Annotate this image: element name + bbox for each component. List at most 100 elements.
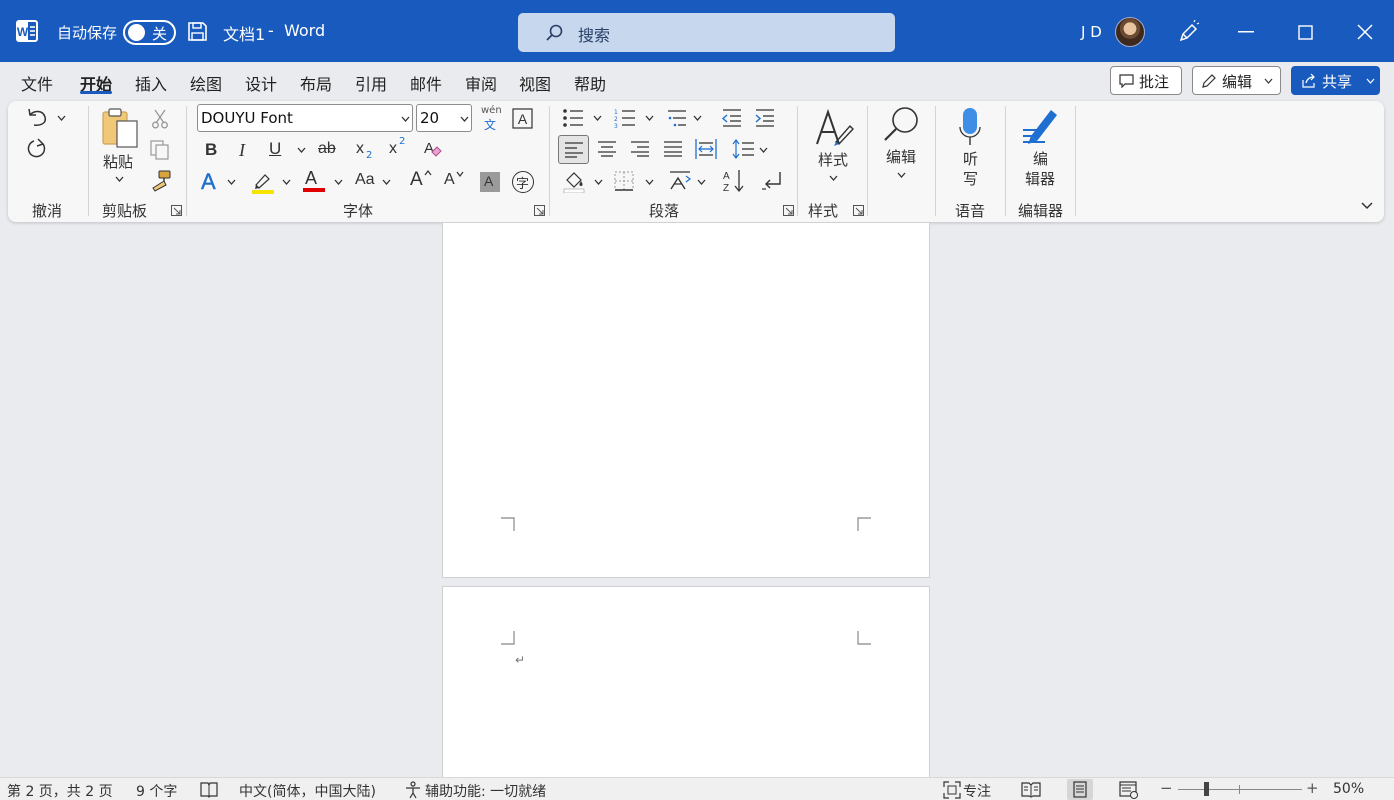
dictate-label-line1[interactable]: 听 [963,148,978,169]
read-mode-icon[interactable] [1021,781,1041,798]
align-center-icon[interactable] [597,141,617,157]
bold-button[interactable]: B [205,140,217,160]
document-page-1[interactable] [442,223,930,578]
tab-insert[interactable]: 插入 [135,71,167,95]
cut-icon[interactable] [152,109,168,129]
print-layout-icon[interactable] [1067,779,1093,800]
autosave-toggle[interactable]: 关 [123,20,176,45]
underline-dropdown-icon[interactable] [297,147,306,153]
share-button[interactable]: 共享 [1291,66,1380,95]
paste-dropdown-icon[interactable] [115,176,124,182]
undo-icon[interactable] [26,107,48,127]
comments-button[interactable]: 批注 [1110,66,1182,95]
zoom-level[interactable]: 50% [1333,781,1364,797]
styles-dropdown-icon[interactable] [829,175,838,181]
microphone-icon[interactable] [958,107,982,147]
document-page-2[interactable]: ↵ [442,586,930,777]
phonetic-guide-button[interactable]: wén 文 [479,105,503,132]
avatar[interactable] [1115,17,1145,47]
shrink-font-button[interactable]: A [444,170,468,194]
borders-icon[interactable] [614,171,634,191]
focus-icon[interactable] [943,781,961,799]
redo-icon[interactable] [26,138,48,160]
zoom-in-button[interactable]: + [1306,779,1319,797]
proofing-icon[interactable] [200,781,218,798]
accessibility-icon[interactable] [404,781,422,799]
zoom-slider-thumb[interactable] [1204,782,1209,796]
justify-icon[interactable] [663,141,683,157]
bullets-icon[interactable] [562,108,584,128]
editing-label[interactable]: 编辑 [886,146,916,167]
editor-label-line2[interactable]: 辑器 [1025,168,1055,189]
italic-button[interactable]: I [239,140,245,161]
zoom-slider[interactable] [1178,782,1302,796]
asian-layout-icon[interactable] [668,170,692,192]
sort-icon[interactable]: AZ [723,168,747,194]
undo-dropdown-icon[interactable] [57,115,66,121]
tab-help[interactable]: 帮助 [574,71,606,95]
strikethrough-button[interactable]: ab [318,140,336,158]
maximize-icon[interactable] [1298,25,1313,40]
line-spacing-dropdown-icon[interactable] [759,147,768,153]
tab-design[interactable]: 设计 [245,71,277,95]
font-name-combo[interactable]: DOUYU Font [197,104,413,132]
save-icon[interactable] [187,21,208,42]
clipboard-dialog-launcher-icon[interactable] [171,205,182,216]
tab-layout[interactable]: 布局 [300,71,332,95]
focus-label[interactable]: 专注 [963,781,991,800]
superscript-button[interactable]: x 2 [389,136,409,164]
paste-label[interactable]: 粘贴 [103,151,133,172]
tab-draw[interactable]: 绘图 [190,71,222,95]
zoom-out-button[interactable]: − [1160,779,1173,797]
numbering-dropdown-icon[interactable] [645,115,654,121]
close-icon[interactable] [1357,24,1373,40]
font-size-combo[interactable]: 20 [416,104,472,132]
shading-icon[interactable] [563,169,587,193]
paragraph-mark[interactable]: ↵ [515,653,525,667]
page-info[interactable]: 第 2 页，共 2 页 [7,781,113,800]
subscript-button[interactable]: x 2 [356,140,376,164]
underline-button[interactable]: U [269,139,281,159]
editing-mode-button[interactable]: 编辑 [1192,66,1281,95]
multilevel-list-dropdown-icon[interactable] [693,115,702,121]
format-painter-icon[interactable] [150,170,172,192]
distributed-icon[interactable] [695,138,717,160]
grow-font-button[interactable]: A [410,168,434,192]
align-left-button[interactable] [558,135,589,164]
web-layout-icon[interactable] [1119,781,1139,799]
accessibility-status[interactable]: 辅助功能: 一切就绪 [425,781,546,800]
numbering-icon[interactable]: 123 [614,108,636,128]
change-case-dropdown-icon[interactable] [382,179,391,185]
language[interactable]: 中文(简体，中国大陆) [239,781,376,800]
character-border-icon[interactable]: A [512,108,533,129]
search-box[interactable]: 搜索 [518,13,895,52]
borders-dropdown-icon[interactable] [645,179,654,185]
dictate-label-line2[interactable]: 写 [963,168,978,189]
styles-label[interactable]: 样式 [818,149,848,170]
tab-mailings[interactable]: 邮件 [410,71,442,95]
line-spacing-icon[interactable] [731,139,755,159]
editor-label-line1[interactable]: 编 [1033,148,1048,169]
enclose-characters-button[interactable]: 字 [512,171,534,193]
decrease-indent-icon[interactable] [721,108,743,128]
multilevel-list-icon[interactable] [666,108,688,128]
highlight-dropdown-icon[interactable] [282,179,291,185]
character-shading-button[interactable]: A [480,172,500,192]
asian-layout-dropdown-icon[interactable] [697,179,706,185]
word-logo-icon[interactable]: W [16,20,38,42]
tab-references[interactable]: 引用 [355,71,387,95]
text-effects-dropdown-icon[interactable] [227,179,236,185]
copy-icon[interactable] [150,140,170,160]
align-right-icon[interactable] [630,141,650,157]
increase-indent-icon[interactable] [754,108,776,128]
highlight-icon[interactable] [251,170,275,194]
change-case-button[interactable]: Aa [355,171,375,189]
editor-pen-icon[interactable] [1021,106,1061,148]
bullets-dropdown-icon[interactable] [593,115,602,121]
tab-file[interactable]: 文件 [21,71,53,95]
tab-view[interactable]: 视图 [519,71,551,95]
font-dialog-launcher-icon[interactable] [534,205,545,216]
editing-dropdown-icon[interactable] [897,172,906,178]
pen-icon[interactable] [1177,20,1201,44]
font-color-button[interactable]: A [302,168,326,194]
